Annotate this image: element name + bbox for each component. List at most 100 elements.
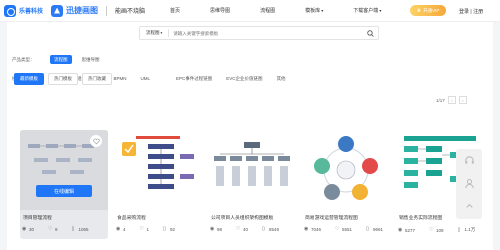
views-stat: ◉ 4 (116, 226, 126, 233)
template-thumbnail (302, 130, 390, 210)
search-bar: 流程图 (139, 26, 379, 40)
template-stats: ◉ 7046 ♡ 5551 ▯ 9691 (304, 226, 390, 233)
menu-item-home[interactable]: 首页 (170, 7, 180, 14)
brand-mark-icon (4, 4, 16, 17)
menu-item-mindmap[interactable]: 思维导图 (210, 7, 230, 14)
flowchart-preview-icon (114, 130, 202, 210)
template-card[interactable]: 简易游戏运营管理流程图 ◉ 7046 ♡ 5551 ▯ 9691 (302, 130, 390, 239)
template-stats: ◉ 30 ♡ 9 ▯ 1065 (22, 226, 108, 233)
thumb-up-icon: ♡ (48, 226, 53, 232)
template-title: 简易游戏运营管理流程图 (305, 216, 358, 221)
vip-button[interactable]: ♛ 开通VIP (410, 5, 446, 16)
product-type-label: 产品类型： (12, 56, 35, 62)
eye-icon: ◉ (116, 226, 121, 232)
likes-stat: ♡ 40 (236, 226, 249, 233)
sort-tab-latest[interactable]: 最新模板 (14, 73, 44, 85)
views-stat: ◉ 98 (210, 226, 223, 233)
back-to-top-button[interactable] (456, 195, 482, 218)
views-stat: ◉ 30 (22, 226, 35, 233)
likes-stat: ♡ 9 (48, 226, 58, 233)
xunjie-logo-icon (51, 4, 64, 17)
main-menu: 首页 思维导图 流程图 模板库 下载客户端 (170, 7, 411, 14)
search-scope-select[interactable]: 流程图 (140, 29, 170, 37)
favorites-stat: ▯ 9691 (366, 226, 384, 233)
menu-item-templates[interactable]: 模板库 (305, 7, 323, 14)
likes-stat: ♡ 5551 (335, 226, 353, 233)
template-title: 食品采购流程 (117, 216, 146, 221)
bookmark-icon: ▯ (457, 226, 461, 233)
sort-tab-popular[interactable]: 热门模板 (48, 73, 78, 85)
eye-icon: ◉ (22, 226, 27, 232)
crown-icon: ♛ (416, 7, 422, 14)
search-icon (366, 29, 374, 37)
page-indicator: 1/17 (436, 97, 445, 103)
template-grid: 在线编辑 项目管理流程 ◉ 30 ♡ 9 ▯ 1065 食品采购流程 ◉ 4 ♡… (13, 130, 484, 240)
template-card[interactable]: 公司项目人员组织架构图模板 ◉ 98 ♡ 40 ▯ 8549 (208, 130, 296, 239)
slogan: 能画不烧脑 (115, 9, 146, 15)
product-type-row: 产品类型： 流程图 思维导图 (12, 55, 110, 64)
thumb-up-icon: ♡ (236, 226, 241, 232)
sort-tab-favorites[interactable]: 热门收藏 (82, 73, 112, 85)
pager: 1/17 ‹ › (436, 96, 467, 104)
heart-icon (92, 138, 100, 144)
search-button[interactable] (362, 26, 378, 40)
brand-name-2: 迅捷画图 (66, 6, 99, 15)
type-chip-mindmap[interactable]: 思维导图 (78, 55, 104, 64)
vip-label: 开通VIP (423, 7, 440, 13)
bookmark-icon: ▯ (262, 226, 265, 232)
category-chip-epc[interactable]: EPC事件过程链图 (172, 74, 216, 83)
user-icon (464, 179, 474, 189)
template-card[interactable]: 在线编辑 项目管理流程 ◉ 30 ♡ 9 ▯ 1065 (20, 130, 108, 239)
nav-divider (106, 5, 108, 16)
eye-icon: ◉ (304, 226, 309, 232)
type-chip-flowchart[interactable]: 流程图 (50, 55, 72, 64)
headset-icon (464, 156, 474, 164)
search-input[interactable] (173, 30, 344, 36)
views-stat: ◉ 5277 (398, 226, 416, 233)
arrow-up-icon (465, 203, 473, 208)
eye-icon: ◉ (210, 226, 215, 232)
template-stats: ◉ 4 ♡ 1 ▯ 92 (116, 226, 202, 233)
brand-logo-1[interactable]: 乐善科技 (4, 4, 44, 17)
customer-service-button[interactable] (456, 149, 482, 172)
org-chart-preview-icon (208, 130, 296, 210)
menu-item-download[interactable]: 下载客户端 (353, 7, 381, 14)
menu-item-flowchart[interactable]: 流程图 (260, 7, 275, 14)
category-chip-other[interactable]: 其他 (273, 74, 290, 83)
template-title: 公司项目人员组织架构图模板 (211, 216, 274, 221)
template-thumbnail (208, 130, 296, 210)
user-button[interactable] (456, 172, 482, 195)
favorites-stat: ▯ 8549 (262, 226, 280, 233)
template-thumbnail (114, 130, 202, 210)
template-title: 销售业务实际流程图 (399, 216, 443, 221)
template-stats: ◉ 5277 ♡ 109 ▯ 1.1万 (398, 227, 484, 233)
likes-stat: ♡ 1 (139, 226, 150, 233)
thumb-up-icon: ♡ (335, 226, 340, 232)
prev-page-button[interactable]: ‹ (447, 96, 456, 104)
next-page-button[interactable]: › (458, 96, 467, 104)
category-chip-uml[interactable]: UML (137, 75, 155, 83)
thumb-up-icon: ♡ (139, 226, 144, 232)
bookmark-icon: ▯ (366, 226, 369, 232)
favorites-stat: ▯ 1.1万 (457, 226, 476, 233)
floating-toolbar (456, 149, 482, 219)
template-stats: ◉ 98 ♡ 40 ▯ 8549 (210, 226, 296, 233)
template-card[interactable]: 食品采购流程 ◉ 4 ♡ 1 ▯ 92 (114, 130, 202, 239)
login-register-link[interactable]: 登录 | 注册 (459, 8, 483, 15)
sort-tabs: 最新模板 热门模板 热门收藏 (14, 73, 116, 85)
online-edit-button[interactable]: 在线编辑 (36, 185, 92, 197)
brand-logo-2[interactable]: 迅捷画图 (51, 4, 99, 17)
cycle-diagram-preview-icon (302, 130, 390, 210)
category-chip-evc[interactable]: EVC企业价值链图 (222, 74, 266, 83)
favorites-stat: ▯ 1065 (71, 226, 89, 233)
bookmark-icon: ▯ (163, 226, 166, 232)
bookmark-icon: ▯ (71, 226, 75, 232)
eye-icon: ◉ (398, 226, 403, 233)
views-stat: ◉ 7046 (304, 226, 322, 233)
thumb-up-icon: ♡ (429, 226, 434, 233)
favorites-stat: ▯ 92 (163, 226, 176, 233)
template-title: 项目管理流程 (23, 216, 52, 221)
favorite-button[interactable] (90, 135, 102, 147)
brand-name-1: 乐善科技 (19, 9, 44, 15)
likes-stat: ♡ 109 (429, 226, 444, 233)
